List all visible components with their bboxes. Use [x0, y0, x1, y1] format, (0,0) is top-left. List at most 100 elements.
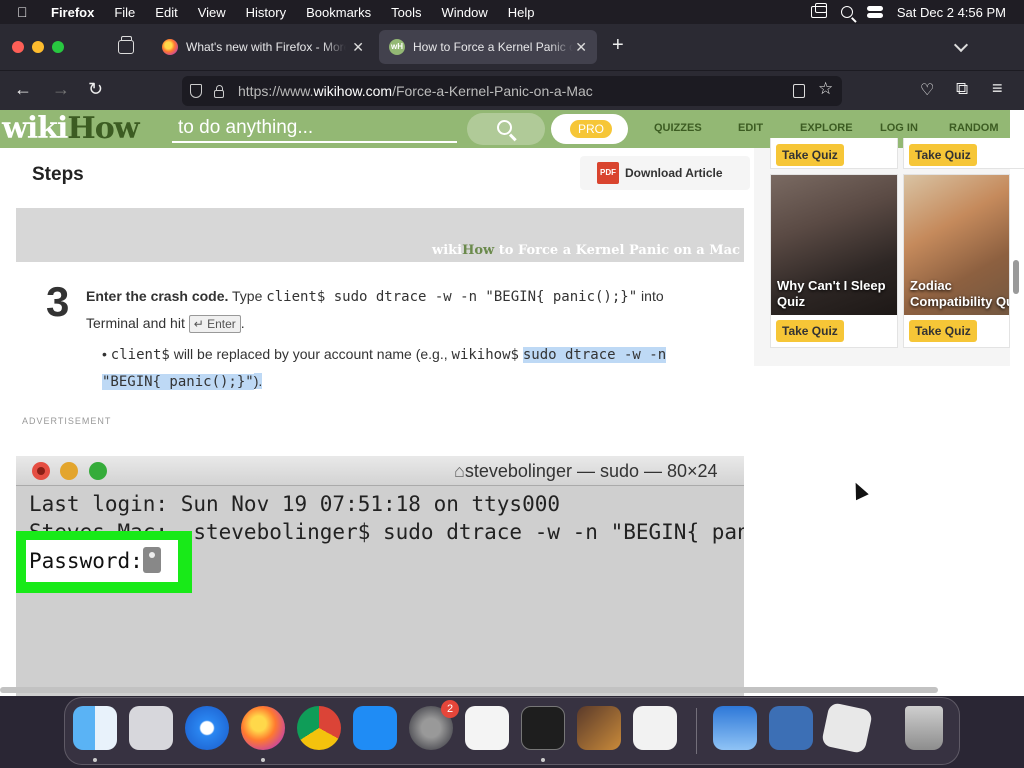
terminal-title: stevebolinger — sudo — 80×24: [454, 461, 718, 482]
vscode-icon[interactable]: [633, 706, 677, 750]
take-quiz-button[interactable]: Take Quiz: [776, 144, 844, 166]
wikihow-search-button[interactable]: [467, 113, 545, 145]
menu-bookmarks[interactable]: Bookmarks: [306, 5, 371, 20]
menu-app-name[interactable]: Firefox: [51, 5, 94, 20]
system-settings-icon[interactable]: 2: [409, 700, 459, 750]
window-minimize-button[interactable]: [32, 41, 44, 53]
horizontal-scrollbar[interactable]: [0, 687, 938, 693]
spotlight-search-icon[interactable]: [840, 6, 853, 18]
nav-random[interactable]: RANDOM: [949, 122, 999, 134]
menu-bar:  Firefox File Edit View History Bookmar…: [0, 0, 1024, 24]
chrome-icon[interactable]: [297, 706, 341, 750]
pocket-icon[interactable]: ♡: [920, 80, 934, 100]
nav-edit[interactable]: EDIT: [738, 122, 763, 134]
tab-kernel-panic[interactable]: wH How to Force a Kernel Panic on ✕: [379, 30, 597, 64]
hamburger-menu-icon[interactable]: ≡: [992, 78, 1003, 99]
quiz-card-zodiac[interactable]: Zodiac Compatibility Qu Take Quiz: [903, 174, 1010, 348]
reload-button[interactable]: ↻: [88, 79, 103, 100]
running-indicator: [541, 758, 545, 762]
step-image: wikiHow to Force a Kernel Panic on a Mac: [16, 208, 744, 262]
enter-key-icon: ↵ Enter: [188, 315, 241, 333]
textedit-icon[interactable]: [465, 706, 509, 750]
bookmark-star-icon[interactable]: ☆: [818, 79, 833, 99]
wikihow-logo[interactable]: wikiHow: [2, 111, 140, 146]
quiz-title: Zodiac Compatibility Qu: [910, 278, 1010, 309]
weather-icon[interactable]: [713, 706, 757, 750]
window-switcher-icon[interactable]: [810, 3, 827, 18]
vertical-scrollbar[interactable]: [1013, 260, 1019, 294]
notification-badge: 2: [441, 700, 459, 718]
tab-title: How to Force a Kernel Panic on: [413, 40, 573, 54]
reader-view-icon[interactable]: [793, 84, 805, 98]
terminal-titlebar: stevebolinger — sudo — 80×24: [16, 456, 744, 486]
extensions-icon[interactable]: ⧉: [956, 79, 968, 99]
key-icon: [142, 547, 161, 573]
forward-button[interactable]: →: [52, 79, 70, 100]
quiz-card-sleep[interactable]: Why Can't I Sleep Quiz Take Quiz: [770, 174, 898, 348]
image-watermark: wikiHow to Force a Kernel Panic on a Mac: [432, 243, 740, 258]
menu-history[interactable]: History: [246, 5, 286, 20]
menu-window[interactable]: Window: [442, 5, 488, 20]
close-tab-icon[interactable]: ✕: [575, 39, 587, 56]
take-quiz-button[interactable]: Take Quiz: [776, 320, 844, 342]
tab-overview-icon[interactable]: [118, 36, 134, 54]
new-tab-button[interactable]: +: [612, 34, 624, 57]
trash-icon[interactable]: [905, 706, 943, 750]
quiz-thumbnail: Why Can't I Sleep Quiz: [771, 175, 897, 315]
step-text: Enter the crash code. Type client$ sudo …: [86, 288, 664, 333]
address-bar[interactable]: https://www.wikihow.com/Force-a-Kernel-P…: [182, 76, 842, 106]
menubar-clock[interactable]: Sat Dec 2 4:56 PM: [897, 5, 1006, 20]
tab-whats-new[interactable]: What's new with Firefox - More ✕: [152, 30, 374, 64]
password-prompt: Password:: [26, 540, 178, 582]
quiz-card: Take Quiz: [903, 138, 1024, 169]
menu-help[interactable]: Help: [508, 5, 535, 20]
quiz-thumbnail: Zodiac Compatibility Qu: [904, 175, 1010, 315]
control-center-icon[interactable]: [866, 6, 883, 18]
firefox-icon[interactable]: [241, 706, 285, 750]
garageband-icon[interactable]: [577, 706, 621, 750]
wikihow-search-input[interactable]: to do anything...: [172, 115, 457, 143]
pdf-icon: PDF: [597, 162, 619, 184]
web-content: wikiHow to do anything... PRO QUIZZES ED…: [0, 110, 1024, 696]
take-quiz-button[interactable]: Take Quiz: [909, 320, 977, 342]
back-button[interactable]: ←: [14, 79, 32, 100]
app-store-icon[interactable]: [353, 706, 397, 750]
terminal-line-login: Last login: Sun Nov 19 07:51:18 on ttys0…: [29, 492, 561, 516]
safari-icon[interactable]: [185, 706, 229, 750]
window-zoom-button[interactable]: [52, 41, 64, 53]
firefox-icon: [162, 39, 178, 55]
steps-heading: Steps: [32, 164, 84, 185]
virtualbox-icon[interactable]: [769, 706, 813, 750]
running-indicator: [93, 758, 97, 762]
terminal-icon[interactable]: [521, 706, 565, 750]
nav-log-in[interactable]: LOG IN: [880, 122, 918, 134]
related-quizzes-sidebar: Take Quiz Take Quiz Why Can't I Sleep Qui…: [754, 138, 1024, 366]
step-bullet: • client$ will be replaced by your accou…: [102, 346, 667, 390]
menu-tools[interactable]: Tools: [391, 5, 421, 20]
terminal-close-dot: [32, 462, 50, 480]
terminal-zoom-dot: [89, 462, 107, 480]
password-highlight: Password:: [16, 531, 192, 593]
download-article-button[interactable]: PDF Download Article: [580, 156, 750, 190]
nav-explore[interactable]: EXPLORE: [800, 122, 853, 134]
nav-quizzes[interactable]: QUIZZES: [654, 122, 702, 134]
close-tab-icon[interactable]: ✕: [352, 39, 364, 56]
dock: 2: [64, 697, 960, 765]
menu-view[interactable]: View: [198, 5, 226, 20]
take-quiz-button[interactable]: Take Quiz: [909, 144, 977, 166]
menu-file[interactable]: File: [114, 5, 135, 20]
pro-button[interactable]: PRO: [551, 114, 628, 144]
lock-icon[interactable]: [214, 85, 224, 98]
menu-edit[interactable]: Edit: [155, 5, 177, 20]
roblox-icon[interactable]: [820, 701, 874, 755]
apple-menu-icon[interactable]: : [17, 4, 37, 20]
window-close-button[interactable]: [12, 41, 24, 53]
dock-separator: [696, 708, 697, 754]
launchpad-icon[interactable]: [129, 706, 173, 750]
tracking-protection-icon[interactable]: [190, 84, 202, 98]
finder-icon[interactable]: [73, 706, 117, 750]
search-icon: [497, 120, 512, 135]
quiz-title: Why Can't I Sleep Quiz: [777, 278, 886, 309]
url-text[interactable]: https://www.wikihow.com/Force-a-Kernel-P…: [238, 83, 593, 99]
wikihow-icon: wH: [389, 39, 405, 55]
